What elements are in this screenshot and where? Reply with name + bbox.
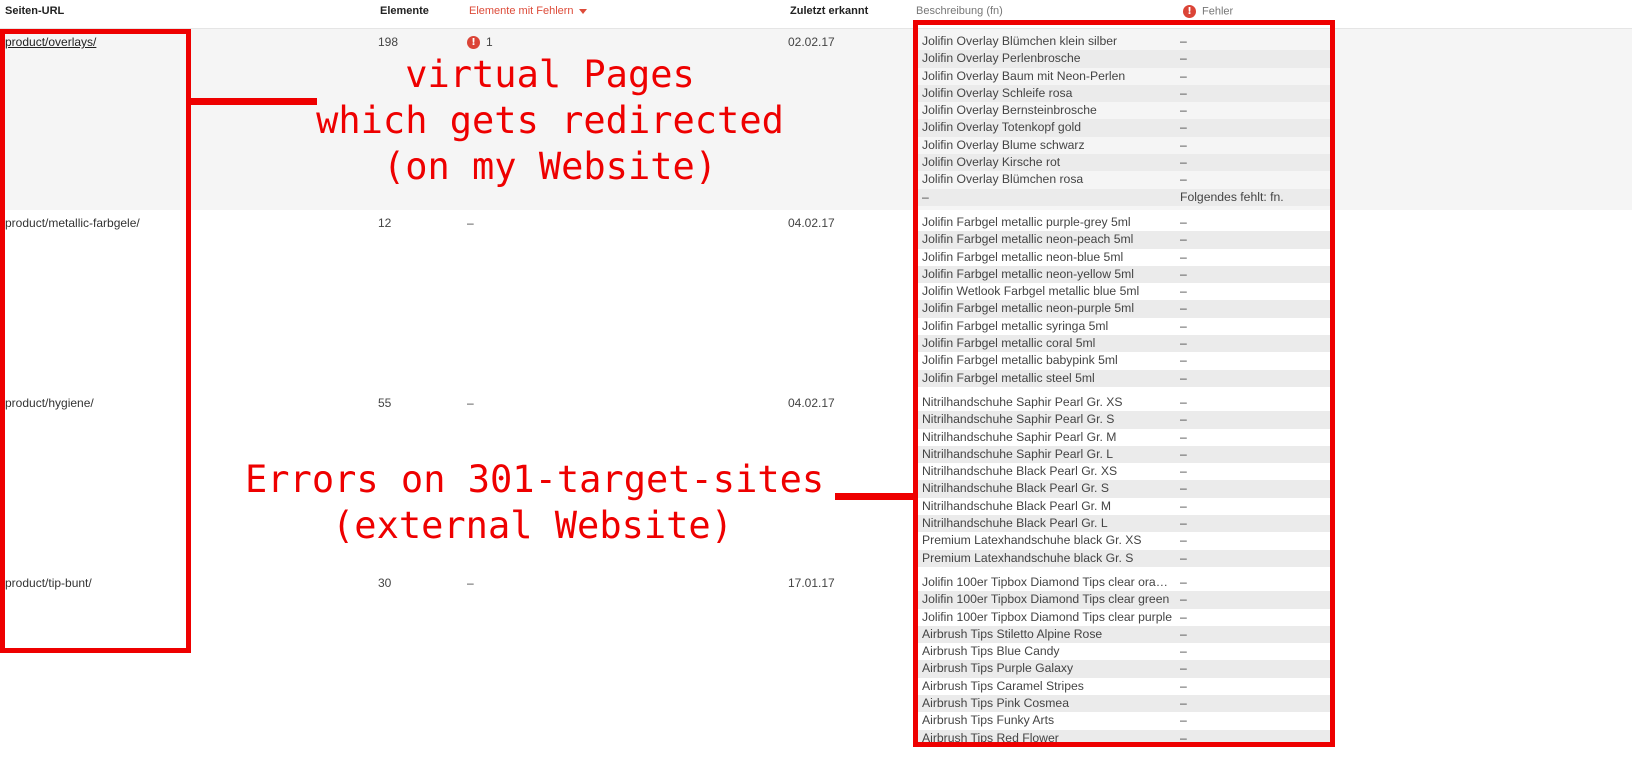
- column-header-last-detected[interactable]: Zuletzt erkannt: [790, 5, 868, 17]
- annotation-virtual-pages: virtual Pages which gets redirected (on …: [316, 53, 784, 188]
- last-detected-date: 17.01.17: [788, 576, 835, 590]
- annotation-connector-descriptions: [835, 493, 917, 500]
- table-row[interactable]: product/metallic-farbgele/ 12 – 04.02.17…: [0, 210, 1632, 390]
- annotation-connector-urls: [191, 98, 317, 105]
- last-detected-date: 04.02.17: [788, 216, 835, 230]
- table-header: Seiten-URL Elemente Elemente mit Fehlern…: [0, 0, 1632, 29]
- items-count: 55: [378, 396, 392, 410]
- error-count-value: 1: [486, 35, 493, 49]
- annotation-box-urls: [0, 29, 191, 653]
- error-count: –: [467, 576, 474, 590]
- column-header-items-with-errors[interactable]: Elemente mit Fehlern: [469, 5, 587, 17]
- table-row[interactable]: product/overlays/ 198 ! 1 02.02.17 Jolifi…: [0, 29, 1632, 210]
- column-header-items[interactable]: Elemente: [380, 5, 429, 17]
- error-icon: !: [467, 36, 480, 50]
- annotation-box-descriptions: [913, 20, 1335, 747]
- column-header-description[interactable]: Beschreibung (fn): [916, 5, 1003, 17]
- items-count: 198: [378, 35, 399, 49]
- last-detected-date: 02.02.17: [788, 35, 835, 49]
- items-count: 30: [378, 576, 392, 590]
- column-header-items-with-errors-label: Elemente mit Fehlern: [469, 5, 574, 17]
- table-row[interactable]: product/tip-bunt/ 30 – 17.01.17 Jolifin …: [0, 570, 1632, 780]
- last-detected-date: 04.02.17: [788, 396, 835, 410]
- error-count: –: [467, 216, 474, 230]
- items-count: 12: [378, 216, 392, 230]
- column-header-errors[interactable]: ! Fehler: [1183, 5, 1233, 18]
- error-count: –: [467, 396, 474, 410]
- error-icon: !: [1183, 5, 1196, 18]
- error-count: ! 1: [467, 35, 493, 50]
- sort-descending-icon: [578, 8, 587, 14]
- column-header-errors-label: Fehler: [1202, 5, 1234, 18]
- column-header-url[interactable]: Seiten-URL: [5, 5, 64, 17]
- annotation-errors-targets: Errors on 301-target-sites (external Web…: [245, 458, 825, 547]
